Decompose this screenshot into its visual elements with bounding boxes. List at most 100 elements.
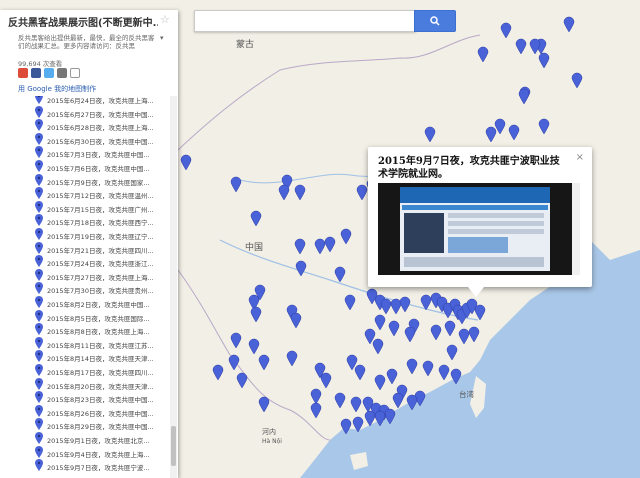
map-pin-icon bbox=[35, 200, 43, 213]
list-item[interactable]: 2015年8月17日夜，攻克共匪四川... bbox=[0, 364, 170, 378]
email-icon[interactable] bbox=[57, 68, 67, 78]
list-item[interactable]: 2015年7月18日夜，攻克共匪西宁... bbox=[0, 214, 170, 228]
map-pin-icon bbox=[35, 173, 43, 186]
list-item[interactable]: 2015年7月9日夜，攻克共匪国家... bbox=[0, 173, 170, 188]
view-count: 99,694 次查看 bbox=[18, 60, 63, 68]
list-item[interactable]: 2015年7月15日夜，攻克共匪广州... bbox=[0, 200, 170, 215]
list-item[interactable]: 2015年7月3日夜，攻克共匪中国... bbox=[0, 146, 170, 160]
list-item-label: 2015年8月20日夜，攻克共匪天津... bbox=[47, 382, 154, 391]
list-item[interactable]: 2015年8月2日夜，攻克共匪中国... bbox=[0, 296, 170, 310]
map-pin-icon bbox=[35, 445, 43, 458]
list-item[interactable]: 2015年7月6日夜，攻克共匪中国... bbox=[0, 160, 170, 174]
list-scrollbar[interactable] bbox=[170, 96, 177, 478]
list-item[interactable]: 2015年7月12日夜，攻克共匪温州... bbox=[0, 187, 170, 201]
search-button[interactable] bbox=[414, 10, 456, 32]
list-item-label: 2015年7月27日夜，攻克共匪上海... bbox=[47, 273, 154, 282]
map-marker[interactable] bbox=[374, 410, 386, 427]
label-hanoi: 河内 bbox=[262, 427, 276, 436]
list-item-label: 2015年8月11日夜，攻克共匪江苏... bbox=[47, 341, 154, 350]
list-item-label: 2015年6月28日夜，攻克共匪上海... bbox=[47, 124, 154, 133]
list-item[interactable]: 2015年9月7日夜，攻克共匪宁波... bbox=[0, 459, 170, 473]
popup-screenshot-image bbox=[378, 183, 572, 275]
share-icon[interactable] bbox=[70, 68, 80, 78]
list-item-label: 2015年8月23日夜，攻克共匪中国... bbox=[47, 396, 154, 405]
map-marker[interactable] bbox=[340, 418, 352, 435]
map-marker[interactable] bbox=[450, 368, 462, 385]
list-item[interactable]: 2015年8月29日夜，攻克共匪中国... bbox=[0, 418, 170, 432]
popup-scrollbar[interactable] bbox=[572, 183, 580, 275]
list-item[interactable]: 2015年8月26日夜，攻克共匪中国... bbox=[0, 404, 170, 419]
list-item[interactable]: 2015年7月24日夜，攻克共匪浙江... bbox=[0, 255, 170, 269]
list-item-label: 2015年8月17日夜，攻克共匪四川... bbox=[47, 369, 154, 377]
list-item[interactable]: 2015年7月30日夜，攻克共匪贵州... bbox=[0, 282, 170, 296]
list-item[interactable]: 2015年8月5日夜，攻克共匪国际... bbox=[0, 309, 170, 324]
map-pin-icon bbox=[35, 323, 43, 336]
list-item-label: 2015年8月8日夜，攻克共匪上海... bbox=[47, 328, 150, 337]
list-item[interactable]: 2015年8月8日夜，攻克共匪上海... bbox=[0, 323, 170, 337]
map-pin-icon bbox=[35, 241, 43, 254]
map-pin-icon bbox=[35, 146, 43, 159]
map-title: 反共黑客战果展示图(不断更新中...) bbox=[8, 18, 158, 29]
list-item[interactable]: 2015年9月4日夜，攻克共匪上海... bbox=[0, 445, 170, 460]
map-pin-icon bbox=[35, 309, 43, 322]
label-china: 中国 bbox=[245, 241, 263, 253]
map-pin-icon bbox=[35, 404, 43, 417]
map-pin-icon bbox=[35, 377, 43, 390]
list-item[interactable]: 2015年6月30日夜，攻克共匪中国... bbox=[0, 132, 170, 147]
map-marker[interactable] bbox=[384, 408, 396, 425]
list-item-label: 2015年7月21日夜，攻克共匪四川... bbox=[47, 246, 154, 255]
search-input[interactable] bbox=[194, 10, 416, 32]
list-item[interactable]: 2015年7月21日夜，攻克共匪四川... bbox=[0, 241, 170, 256]
map-marker[interactable] bbox=[352, 416, 364, 433]
facebook-icon[interactable] bbox=[31, 68, 41, 78]
star-icon[interactable]: ☆ bbox=[160, 13, 170, 26]
map-pin-icon bbox=[35, 391, 43, 404]
map-pin-icon bbox=[35, 187, 43, 200]
popup-title: 2015年9月7日夜，攻克共匪宁波职业技术学院就业网。 bbox=[378, 156, 560, 180]
list-item[interactable]: 2015年7月19日夜，攻克共匪辽宁... bbox=[0, 228, 170, 242]
map-pin-icon bbox=[35, 296, 43, 308]
list-item[interactable]: 2015年6月28日夜，攻克共匪上海... bbox=[0, 119, 170, 133]
map-pin-icon bbox=[35, 255, 43, 268]
list-item-label: 2015年6月30日夜，攻克共匪中国... bbox=[47, 137, 154, 146]
description-toggle-icon[interactable]: ▾ bbox=[160, 34, 164, 42]
list-item-label: 2015年8月14日夜，攻克共匪天津... bbox=[47, 355, 154, 364]
map-pin-icon bbox=[35, 418, 43, 431]
list-item[interactable]: 2015年6月27日夜，攻克共匪中国... bbox=[0, 105, 170, 120]
list-item-label: 2015年7月19日夜，攻克共匪辽宁... bbox=[47, 233, 154, 241]
marker-list: 2015年6月24日夜，攻克共匪上海... 2015年6月27日夜，攻克共匪中国.… bbox=[0, 96, 178, 478]
map-pin-icon bbox=[35, 432, 43, 444]
close-icon[interactable]: × bbox=[576, 152, 584, 163]
list-item[interactable]: 2015年8月23日夜，攻克共匪中国... bbox=[0, 391, 170, 405]
list-item-label: 2015年7月18日夜，攻克共匪西宁... bbox=[47, 219, 154, 228]
list-item[interactable]: 2015年8月14日夜，攻克共匪天津... bbox=[0, 350, 170, 364]
map-pin-icon bbox=[35, 228, 43, 240]
list-item[interactable]: 2015年9月1日夜，攻克共匪北京... bbox=[0, 432, 170, 446]
map-pin-icon bbox=[35, 350, 43, 363]
info-popup: 2015年9月7日夜，攻克共匪宁波职业技术学院就业网。 × bbox=[368, 147, 592, 297]
made-with-link[interactable]: 用 Google 我的地图制作 bbox=[18, 84, 96, 94]
twitter-icon[interactable] bbox=[44, 68, 54, 78]
map-pin-icon bbox=[35, 364, 43, 376]
list-item-label: 2015年9月1日夜，攻克共匪北京... bbox=[47, 437, 150, 445]
list-item[interactable]: 2015年7月27日夜，攻克共匪上海... bbox=[0, 268, 170, 283]
map-pin-icon bbox=[35, 459, 43, 472]
label-hanoi-sub: Hà Nội bbox=[262, 438, 282, 445]
list-scrollbar-thumb[interactable] bbox=[171, 426, 176, 466]
map-marker[interactable] bbox=[406, 394, 418, 411]
list-item[interactable]: 2015年8月20日夜，攻克共匪天津... bbox=[0, 377, 170, 392]
map-pin-icon bbox=[35, 160, 43, 172]
list-item-label: 2015年7月15日夜，攻克共匪广州... bbox=[47, 205, 154, 214]
map-pin-icon bbox=[35, 268, 43, 281]
list-item-label: 2015年7月12日夜，攻克共匪温州... bbox=[47, 192, 154, 201]
list-item-label: 2015年7月3日夜，攻克共匪中国... bbox=[47, 151, 150, 160]
list-item[interactable]: 2015年8月11日夜，攻克共匪江苏... bbox=[0, 336, 170, 351]
map-pin-icon bbox=[35, 214, 43, 227]
list-item-label: 2015年6月27日夜，攻克共匪中国... bbox=[47, 110, 154, 119]
list-item-label: 2015年6月24日夜，攻克共匪上海... bbox=[47, 97, 154, 105]
list-item-label: 2015年9月4日夜，攻克共匪上海... bbox=[47, 450, 150, 459]
list-item-label: 2015年7月30日夜，攻克共匪贵州... bbox=[47, 287, 154, 296]
list-item-label: 2015年8月26日夜，攻克共匪中国... bbox=[47, 409, 154, 418]
google-plus-icon[interactable] bbox=[18, 68, 28, 78]
list-item[interactable]: 2015年6月24日夜，攻克共匪上海... bbox=[0, 96, 170, 106]
